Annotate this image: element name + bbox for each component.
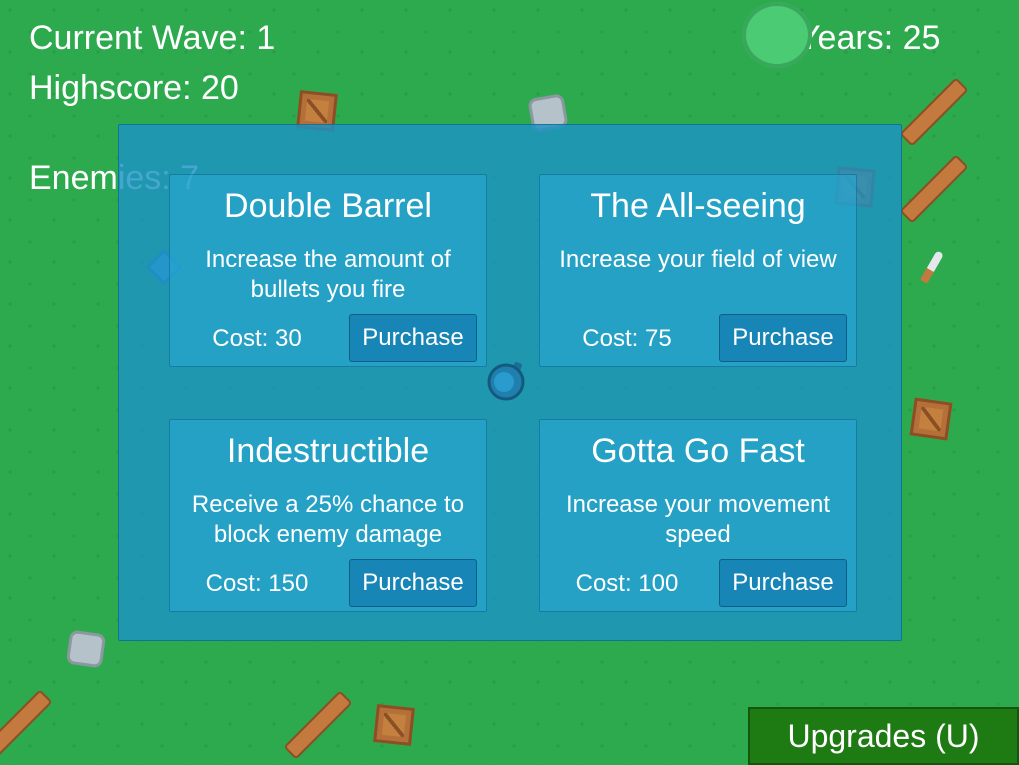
wood-plank-sprite (0, 689, 53, 759)
crate-sprite (909, 397, 953, 441)
purchase-button[interactable]: Purchase (719, 559, 847, 607)
upgrade-cost: Cost: 75 (582, 325, 672, 352)
upgrade-title: The All-seeing (590, 187, 806, 225)
upgrade-title: Indestructible (226, 432, 430, 470)
upgrade-title: Double Barrel (224, 187, 432, 225)
knife-sprite (920, 250, 944, 284)
upgrade-description: Increase your movement speed (565, 491, 831, 548)
upgrade-cost: Cost: 150 (205, 570, 309, 597)
years-label: Years: 25 (798, 19, 941, 57)
wood-plank-sprite (899, 77, 969, 147)
rock-sprite (65, 629, 107, 669)
upgrade-description: Receive a 25% chance to block enemy dama… (191, 491, 465, 548)
current-wave-label: Current Wave: 1 (29, 19, 276, 57)
upgrade-title: Gotta Go Fast (591, 432, 805, 470)
crate-sprite (373, 704, 415, 746)
player-character-icon (487, 362, 525, 401)
purchase-button[interactable]: Purchase (349, 314, 477, 362)
upgrade-card-gotta-go-fast: Gotta Go Fast Increase your movement spe… (539, 419, 857, 612)
wood-plank-sprite (283, 690, 353, 760)
purchase-button[interactable]: Purchase (719, 314, 847, 362)
upgrade-description: Increase your field of view (559, 246, 837, 273)
wood-plank-sprite (899, 154, 969, 224)
upgrade-card-indestructible: Indestructible Receive a 25% chance to b… (169, 419, 487, 612)
highscore-label: Highscore: 20 (29, 69, 239, 107)
upgrade-cost: Cost: 100 (575, 570, 679, 597)
upgrade-description: Increase the amount of bullets you fire (205, 246, 451, 303)
upgrade-card-all-seeing: The All-seeing Increase your field of vi… (539, 174, 857, 367)
upgrade-card-double-barrel: Double Barrel Increase the amount of bul… (169, 174, 487, 367)
bush-sprite (742, 2, 812, 68)
purchase-button[interactable]: Purchase (349, 559, 477, 607)
upgrades-toggle-button[interactable]: Upgrades (U) (748, 707, 1019, 765)
upgrade-cost: Cost: 30 (212, 325, 302, 352)
